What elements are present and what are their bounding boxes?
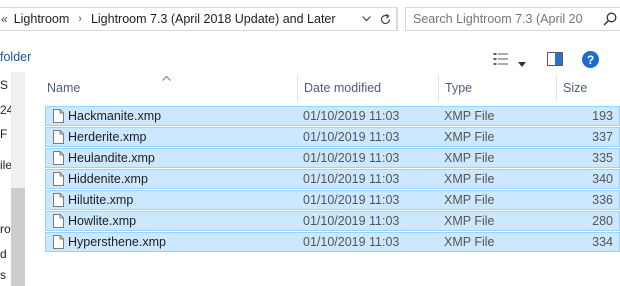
file-name: Hypersthene.xmp <box>68 235 166 249</box>
file-name: Hackmanite.xmp <box>68 109 162 123</box>
view-options-chevron-down-icon[interactable] <box>518 56 526 70</box>
file-row[interactable]: Hiddenite.xmp 01/10/2019 11:03 XMP File … <box>45 169 620 189</box>
file-type: XMP File <box>444 235 495 249</box>
file-date-modified: 01/10/2019 11:03 <box>303 193 400 207</box>
file-type: XMP File <box>444 151 495 165</box>
file-type: XMP File <box>444 130 495 144</box>
help-icon[interactable]: ? <box>582 51 599 68</box>
column-header-size-label: Size <box>563 81 588 95</box>
nav-item-fragment[interactable]: d <box>0 247 7 261</box>
file-icon <box>53 214 64 231</box>
file-row[interactable]: Hackmanite.xmp 01/10/2019 11:03 XMP File… <box>45 106 620 126</box>
refresh-button[interactable] <box>375 7 397 31</box>
breadcrumb-separator[interactable]: › <box>78 13 82 25</box>
search-icon[interactable] <box>602 11 618 30</box>
file-date-modified: 01/10/2019 11:03 <box>303 235 400 249</box>
file-icon <box>53 172 64 189</box>
file-icon <box>53 130 64 147</box>
column-header-date-modified[interactable]: Date modified <box>297 74 438 102</box>
file-size: 280 <box>592 214 613 228</box>
file-row[interactable]: Herderite.xmp 01/10/2019 11:03 XMP File … <box>45 127 620 147</box>
nav-item-fragment[interactable]: F <box>0 127 7 141</box>
breadcrumb-current-folder[interactable]: Lightroom 7.3 (April 2018 Update) and La… <box>91 12 336 26</box>
nav-item-fragment[interactable]: s <box>0 268 6 282</box>
file-name: Heulandite.xmp <box>68 151 155 165</box>
file-size: 340 <box>592 172 613 186</box>
nav-scrollbar-thumb[interactable] <box>11 188 25 286</box>
column-header-name[interactable]: Name <box>40 74 297 102</box>
file-type: XMP File <box>444 193 495 207</box>
column-header-type[interactable]: Type <box>438 74 556 102</box>
file-size: 336 <box>592 193 613 207</box>
file-name: Hiddenite.xmp <box>68 172 148 186</box>
file-date-modified: 01/10/2019 11:03 <box>303 214 400 228</box>
file-name: Hilutite.xmp <box>68 193 134 207</box>
refresh-icon <box>380 13 391 24</box>
file-type: XMP File <box>444 109 495 123</box>
nav-item-fragment[interactable]: ro <box>0 222 11 236</box>
new-folder-command[interactable]: folder <box>0 50 31 64</box>
column-header-size[interactable]: Size <box>556 74 620 102</box>
address-bar[interactable]: « Lightroom › Lightroom 7.3 (April 2018 … <box>0 7 398 31</box>
preview-pane-icon[interactable] <box>547 52 563 69</box>
file-row[interactable]: Hypersthene.xmp 01/10/2019 11:03 XMP Fil… <box>45 232 620 252</box>
file-icon <box>53 235 64 252</box>
file-icon <box>53 193 64 210</box>
file-size: 335 <box>592 151 613 165</box>
file-type: XMP File <box>444 214 495 228</box>
file-name: Howlite.xmp <box>68 214 137 228</box>
file-icon <box>53 109 64 126</box>
navigation-pane[interactable]: S S 24 F ile ro d s <box>0 72 25 286</box>
file-date-modified: 01/10/2019 11:03 <box>303 130 400 144</box>
file-icon <box>53 151 64 168</box>
file-row[interactable]: Heulandite.xmp 01/10/2019 11:03 XMP File… <box>45 148 620 168</box>
breadcrumb-overflow[interactable]: « <box>1 12 8 26</box>
file-size: 334 <box>592 235 613 249</box>
file-date-modified: 01/10/2019 11:03 <box>303 151 400 165</box>
file-type: XMP File <box>444 172 495 186</box>
search-box[interactable] <box>405 7 620 31</box>
column-header-name-label: Name <box>47 81 81 95</box>
file-size: 193 <box>592 109 613 123</box>
file-date-modified: 01/10/2019 11:03 <box>303 109 400 123</box>
column-header-date-label: Date modified <box>304 81 382 95</box>
file-size: 337 <box>592 130 613 144</box>
file-row[interactable]: Hilutite.xmp 01/10/2019 11:03 XMP File 3… <box>45 190 620 210</box>
file-name: Herderite.xmp <box>68 130 147 144</box>
address-dropdown-icon[interactable] <box>357 8 375 30</box>
file-row[interactable]: Howlite.xmp 01/10/2019 11:03 XMP File 28… <box>45 211 620 231</box>
breadcrumb-lightroom[interactable]: Lightroom <box>14 12 70 26</box>
search-input[interactable] <box>413 12 583 26</box>
file-date-modified: 01/10/2019 11:03 <box>303 172 400 186</box>
column-header-type-label: Type <box>445 81 473 95</box>
details-view-icon[interactable] <box>493 52 509 69</box>
